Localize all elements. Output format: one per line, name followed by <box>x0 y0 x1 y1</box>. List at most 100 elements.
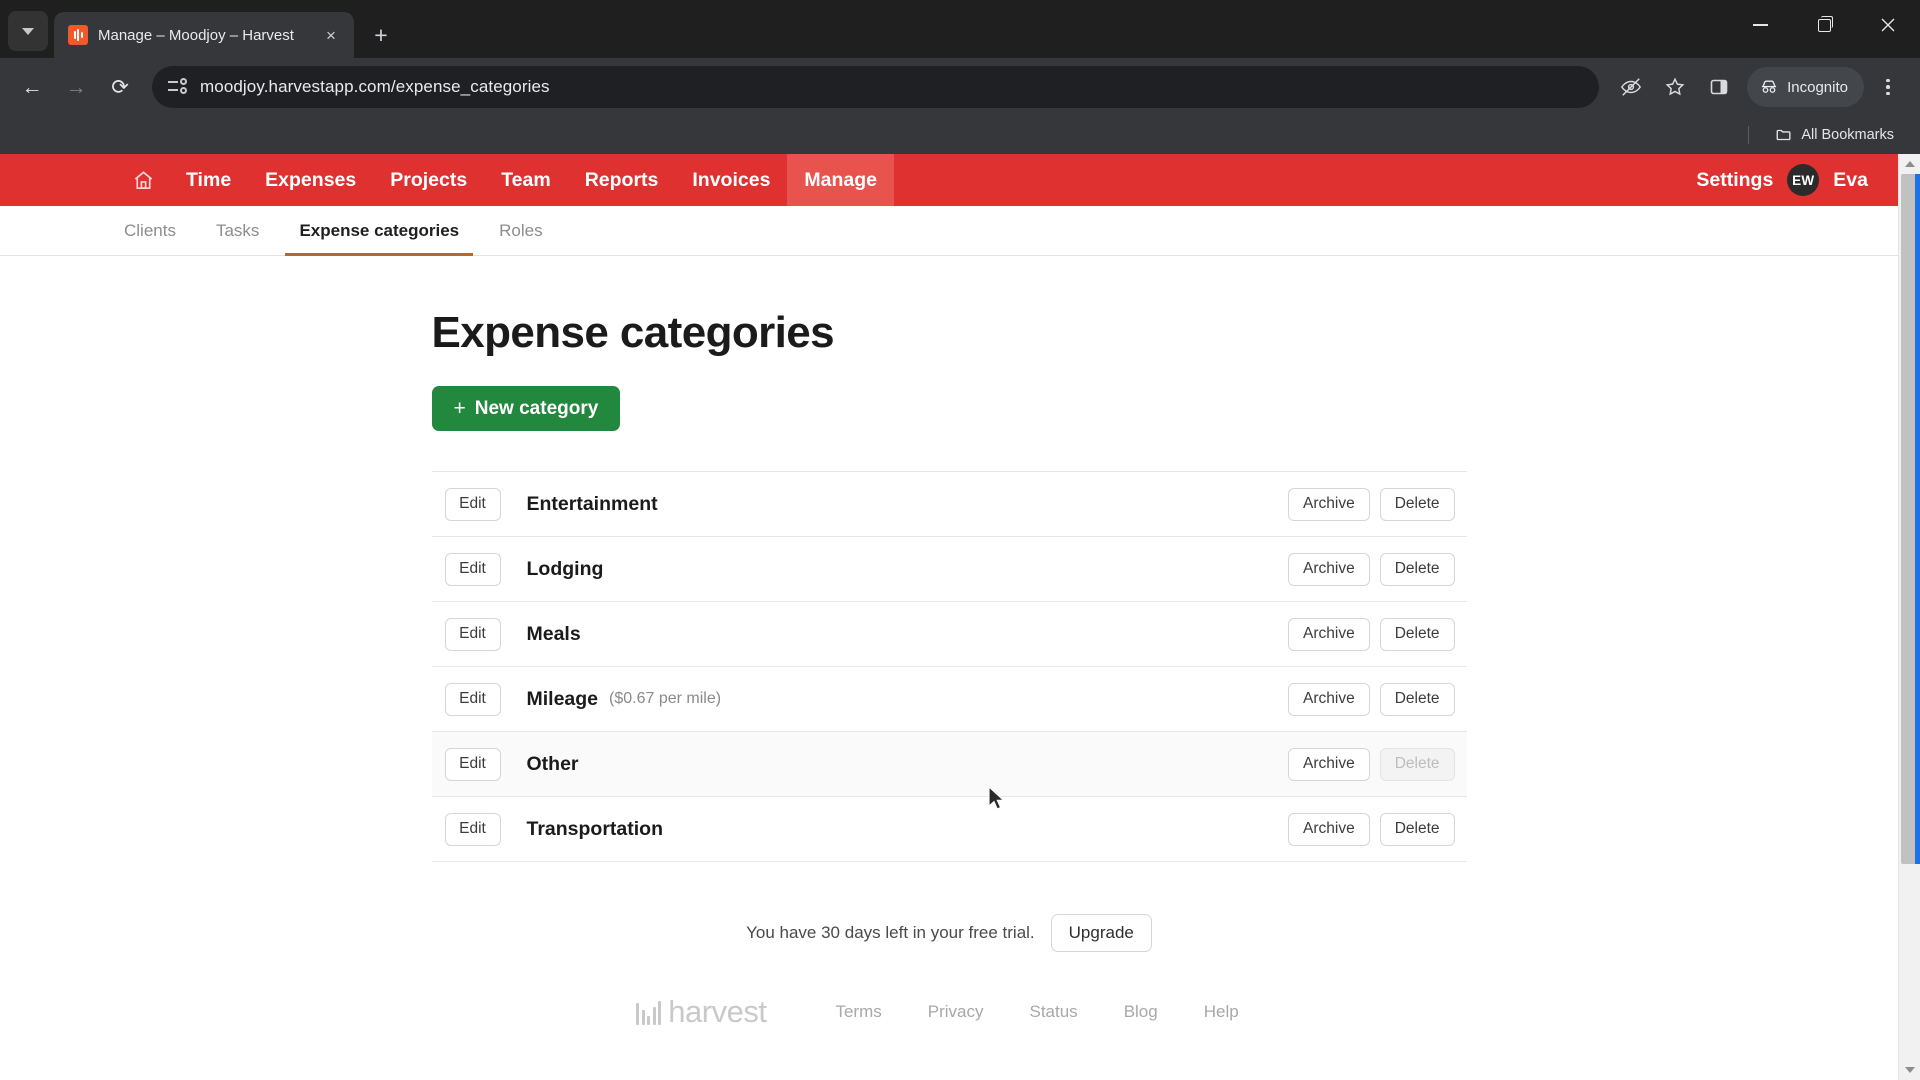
side-panel-icon[interactable] <box>1699 67 1739 107</box>
back-button[interactable]: ← <box>12 67 52 107</box>
table-row[interactable]: Edit Meals Archive Delete <box>431 602 1467 667</box>
archive-button[interactable]: Archive <box>1288 617 1370 651</box>
trial-banner: You have 30 days left in your free trial… <box>432 914 1467 952</box>
harvest-logo: harvest <box>636 994 767 1030</box>
footer-link-privacy[interactable]: Privacy <box>928 1002 984 1022</box>
archive-button[interactable]: Archive <box>1288 747 1370 781</box>
delete-button[interactable]: Delete <box>1379 617 1455 651</box>
hide-password-icon[interactable] <box>1611 67 1651 107</box>
site-settings-icon[interactable] <box>168 77 188 97</box>
footer-link-help[interactable]: Help <box>1204 1002 1239 1022</box>
edit-button[interactable]: Edit <box>444 747 501 781</box>
close-window-button[interactable] <box>1856 0 1920 50</box>
delete-button[interactable]: Delete <box>1379 552 1455 586</box>
browser-window: Manage – Moodjoy – Harvest × + ← → ⟳ moo… <box>0 0 1920 1080</box>
archive-button[interactable]: Archive <box>1288 812 1370 846</box>
maximize-button[interactable] <box>1792 0 1856 50</box>
user-name[interactable]: Eva <box>1833 169 1868 192</box>
harvest-favicon-icon <box>68 25 88 45</box>
table-row[interactable]: Edit Other Archive Delete <box>431 732 1467 797</box>
scrollbar-thumb[interactable] <box>1901 174 1916 864</box>
nav-item-home[interactable] <box>118 154 169 206</box>
table-row[interactable]: Edit Lodging Archive Delete <box>431 537 1467 602</box>
browser-tab[interactable]: Manage – Moodjoy – Harvest × <box>54 12 354 58</box>
expense-categories-table: Edit Entertainment Archive Delete Edit L… <box>431 471 1467 862</box>
tab-expense-categories[interactable]: Expense categories <box>285 206 473 256</box>
scrollbar-accent <box>1915 174 1920 864</box>
bookmarks-bar: All Bookmarks <box>0 116 1920 154</box>
tab-search-button[interactable] <box>8 11 48 51</box>
category-name: Entertainment <box>526 492 658 515</box>
row-actions: Archive Delete <box>1288 747 1467 781</box>
nav-item-expenses[interactable]: Expenses <box>248 154 373 206</box>
bookmark-star-icon[interactable] <box>1655 67 1695 107</box>
edit-button[interactable]: Edit <box>444 812 501 846</box>
main-content: Expense categories + New category Edit E… <box>0 256 1898 1030</box>
upgrade-button[interactable]: Upgrade <box>1050 914 1152 952</box>
plus-icon: + <box>453 397 466 420</box>
address-bar[interactable]: moodjoy.harvestapp.com/expense_categorie… <box>152 66 1600 108</box>
close-icon[interactable]: × <box>318 22 344 48</box>
harvest-bars-icon <box>636 999 662 1025</box>
nav-item-reports[interactable]: Reports <box>568 154 676 206</box>
home-icon <box>134 170 153 189</box>
row-actions: Archive Delete <box>1288 487 1467 521</box>
folder-icon <box>1776 129 1791 141</box>
chevron-down-icon <box>22 27 34 35</box>
category-rate: ($0.67 per mile) <box>609 690 722 707</box>
page-viewport: Time Expenses Projects Team Reports Invo… <box>0 154 1920 1080</box>
footer-link-terms[interactable]: Terms <box>835 1002 881 1022</box>
table-row[interactable]: Edit Entertainment Archive Delete <box>431 472 1467 537</box>
nav-item-projects[interactable]: Projects <box>373 154 484 206</box>
footer-link-blog[interactable]: Blog <box>1124 1002 1158 1022</box>
settings-link[interactable]: Settings <box>1696 169 1773 192</box>
harvest-wordmark: harvest <box>668 994 767 1029</box>
scrollbar-track[interactable] <box>1899 174 1920 1060</box>
delete-button[interactable]: Delete <box>1379 487 1455 521</box>
archive-button[interactable]: Archive <box>1288 487 1370 521</box>
category-name: Other <box>526 752 579 775</box>
new-category-button[interactable]: + New category <box>431 386 621 431</box>
tab-roles[interactable]: Roles <box>485 206 556 255</box>
tab-title: Manage – Moodjoy – Harvest <box>98 26 294 44</box>
page-title: Expense categories <box>431 308 835 357</box>
scroll-down-button[interactable] <box>1904 1060 1915 1080</box>
new-tab-button[interactable]: + <box>364 18 398 52</box>
edit-button[interactable]: Edit <box>444 487 501 521</box>
nav-item-team[interactable]: Team <box>484 154 568 206</box>
reload-button[interactable]: ⟳ <box>100 67 140 107</box>
archive-button[interactable]: Archive <box>1288 552 1370 586</box>
primary-navigation: Time Expenses Projects Team Reports Invo… <box>0 154 1898 206</box>
table-row[interactable]: Edit Transportation Archive Delete <box>431 797 1467 862</box>
tab-clients[interactable]: Clients <box>110 206 190 255</box>
tab-tasks[interactable]: Tasks <box>202 206 273 255</box>
forward-button[interactable]: → <box>56 67 96 107</box>
table-row[interactable]: Edit Mileage ($0.67 per mile) Archive De… <box>431 667 1467 732</box>
all-bookmarks-button[interactable]: All Bookmarks <box>1767 122 1902 148</box>
nav-item-invoices[interactable]: Invoices <box>675 154 787 206</box>
nav-item-manage[interactable]: Manage <box>787 154 895 206</box>
edit-button[interactable]: Edit <box>444 552 501 586</box>
delete-button[interactable]: Delete <box>1379 812 1455 846</box>
nav-item-time[interactable]: Time <box>169 154 248 206</box>
all-bookmarks-label: All Bookmarks <box>1801 127 1894 143</box>
footer-link-status[interactable]: Status <box>1029 1002 1077 1022</box>
row-actions: Archive Delete <box>1288 617 1467 651</box>
row-actions: Archive Delete <box>1288 682 1467 716</box>
delete-button[interactable]: Delete <box>1379 682 1455 716</box>
vertical-scrollbar[interactable] <box>1898 154 1920 1080</box>
three-dot-menu-icon[interactable] <box>1868 67 1908 107</box>
scroll-up-button[interactable] <box>1904 154 1915 174</box>
edit-button[interactable]: Edit <box>444 682 501 716</box>
minimize-button[interactable] <box>1728 0 1792 50</box>
avatar[interactable]: EW <box>1787 164 1820 196</box>
category-name: Transportation <box>526 817 664 840</box>
category-name: Lodging <box>526 557 604 580</box>
edit-button[interactable]: Edit <box>444 617 501 651</box>
secondary-navigation: Clients Tasks Expense categories Roles <box>0 206 1898 256</box>
minimize-icon <box>1752 24 1768 26</box>
incognito-indicator[interactable]: Incognito <box>1747 67 1864 107</box>
url-text: moodjoy.harvestapp.com/expense_categorie… <box>200 77 550 96</box>
archive-button[interactable]: Archive <box>1288 682 1370 716</box>
nav-right-group: Settings EW Eva <box>1696 154 1868 206</box>
